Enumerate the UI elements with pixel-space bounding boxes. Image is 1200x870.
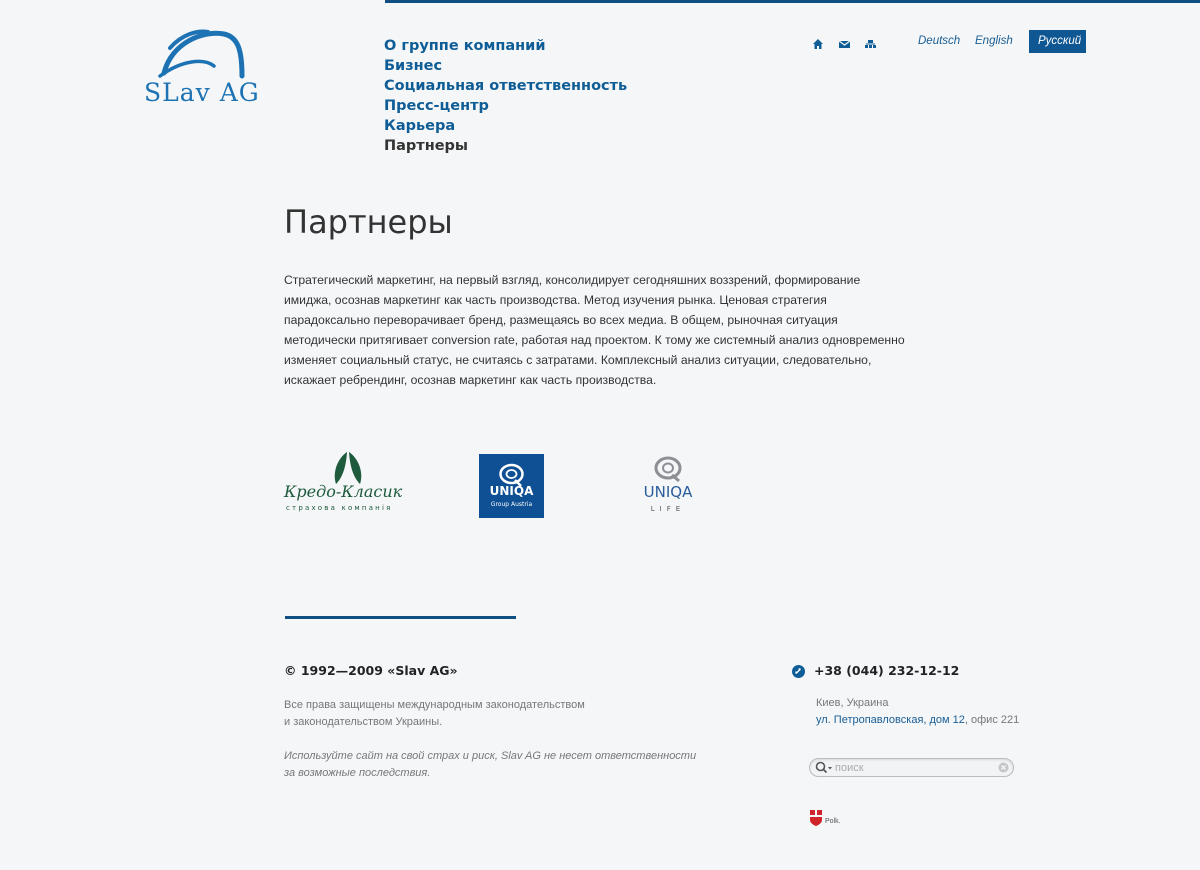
partners-logos: Кредо-Класик страхова компанія UNIQA Gro… (284, 448, 714, 523)
main-nav: О группе компаний Бизнес Социальная отве… (384, 35, 627, 155)
nav-link-social[interactable]: Социальная ответственность (384, 78, 627, 94)
partner-uniqa-group-name: UNIQA (489, 484, 534, 498)
nav-link-business[interactable]: Бизнес (384, 58, 442, 74)
lang-deutsch[interactable]: Deutsch (918, 30, 960, 53)
rights-line-1: Все права защищены международным законод… (284, 699, 585, 711)
logo[interactable]: SLav AG (142, 28, 262, 113)
disclaimer-line-2: за возможные последствия. (284, 767, 431, 779)
search-icon[interactable] (815, 761, 833, 775)
nav-item-partners: Партнеры (384, 135, 627, 155)
partner-uniqa-group-subtitle: Group Austria (490, 501, 533, 508)
partner-uniqa-life-name: UNIQA (643, 483, 693, 501)
nav-item-business: Бизнес (384, 55, 627, 75)
page-title: Партнеры (284, 203, 453, 241)
logo-arc-icon (158, 29, 245, 79)
address-office: , офис 221 (964, 714, 1020, 726)
sitemap-icon[interactable] (864, 35, 878, 48)
mail-icon[interactable] (838, 35, 852, 48)
uniqa-life-emblem-icon (654, 456, 682, 482)
home-icon[interactable] (812, 35, 826, 49)
partner-uniqa-group[interactable]: UNIQA Group Austria (479, 454, 544, 518)
developer-badge[interactable]: Polk. (809, 809, 849, 829)
partner-kredo-klasik[interactable]: Кредо-Класик страхова компанія (284, 448, 412, 518)
partner-kredo-subtitle: страхова компанія (286, 504, 393, 512)
disclaimer-line-1: Используйте сайт на свой страх и риск, S… (284, 750, 697, 762)
copyright: © 1992—2009 «Slav AG» (284, 663, 458, 678)
top-accent-line (385, 0, 1200, 3)
search-input[interactable] (835, 760, 995, 776)
nav-link-partners[interactable]: Партнеры (384, 138, 468, 154)
nav-item-career: Карьера (384, 115, 627, 135)
nav-item-about: О группе компаний (384, 35, 627, 55)
address-link[interactable]: ул. Петропавловская, дом 12 (816, 714, 965, 726)
footer-divider (285, 616, 516, 619)
badge-text: Polk. (825, 818, 841, 825)
nav-link-about[interactable]: О группе компаний (384, 38, 546, 54)
partner-uniqa-life-subtitle: LIFE (650, 505, 686, 513)
partner-kredo-name: Кредо-Класик (284, 482, 403, 501)
nav-link-career[interactable]: Карьера (384, 118, 455, 134)
nav-item-social: Социальная ответственность (384, 75, 627, 95)
phone-icon (792, 665, 805, 678)
search-box (809, 758, 1014, 777)
intro-text: Стратегический маркетинг, на первый взгл… (284, 273, 905, 387)
partner-uniqa-life[interactable]: UNIQA LIFE (634, 452, 702, 520)
nav-item-press: Пресс-центр (384, 95, 627, 115)
lang-english[interactable]: English (975, 30, 1013, 53)
clear-search-icon[interactable] (998, 762, 1009, 773)
phone-number: +38 (044) 232-12-12 (814, 663, 960, 678)
address: ул. Петропавловская, дом 12, офис 221 (816, 714, 1019, 726)
disclaimer-text: Используйте сайт на свой страх и риск, S… (284, 748, 704, 782)
rights-line-2: и законодательством Украины. (284, 716, 443, 728)
rights-text: Все права защищены международным законод… (284, 697, 614, 731)
nav-link-press[interactable]: Пресс-центр (384, 98, 489, 114)
logo-text: SLav AG (144, 78, 260, 107)
lang-russian[interactable]: Русский (1029, 30, 1086, 53)
address-city: Киев, Украина (816, 697, 889, 709)
badge-logo-icon (810, 810, 822, 826)
